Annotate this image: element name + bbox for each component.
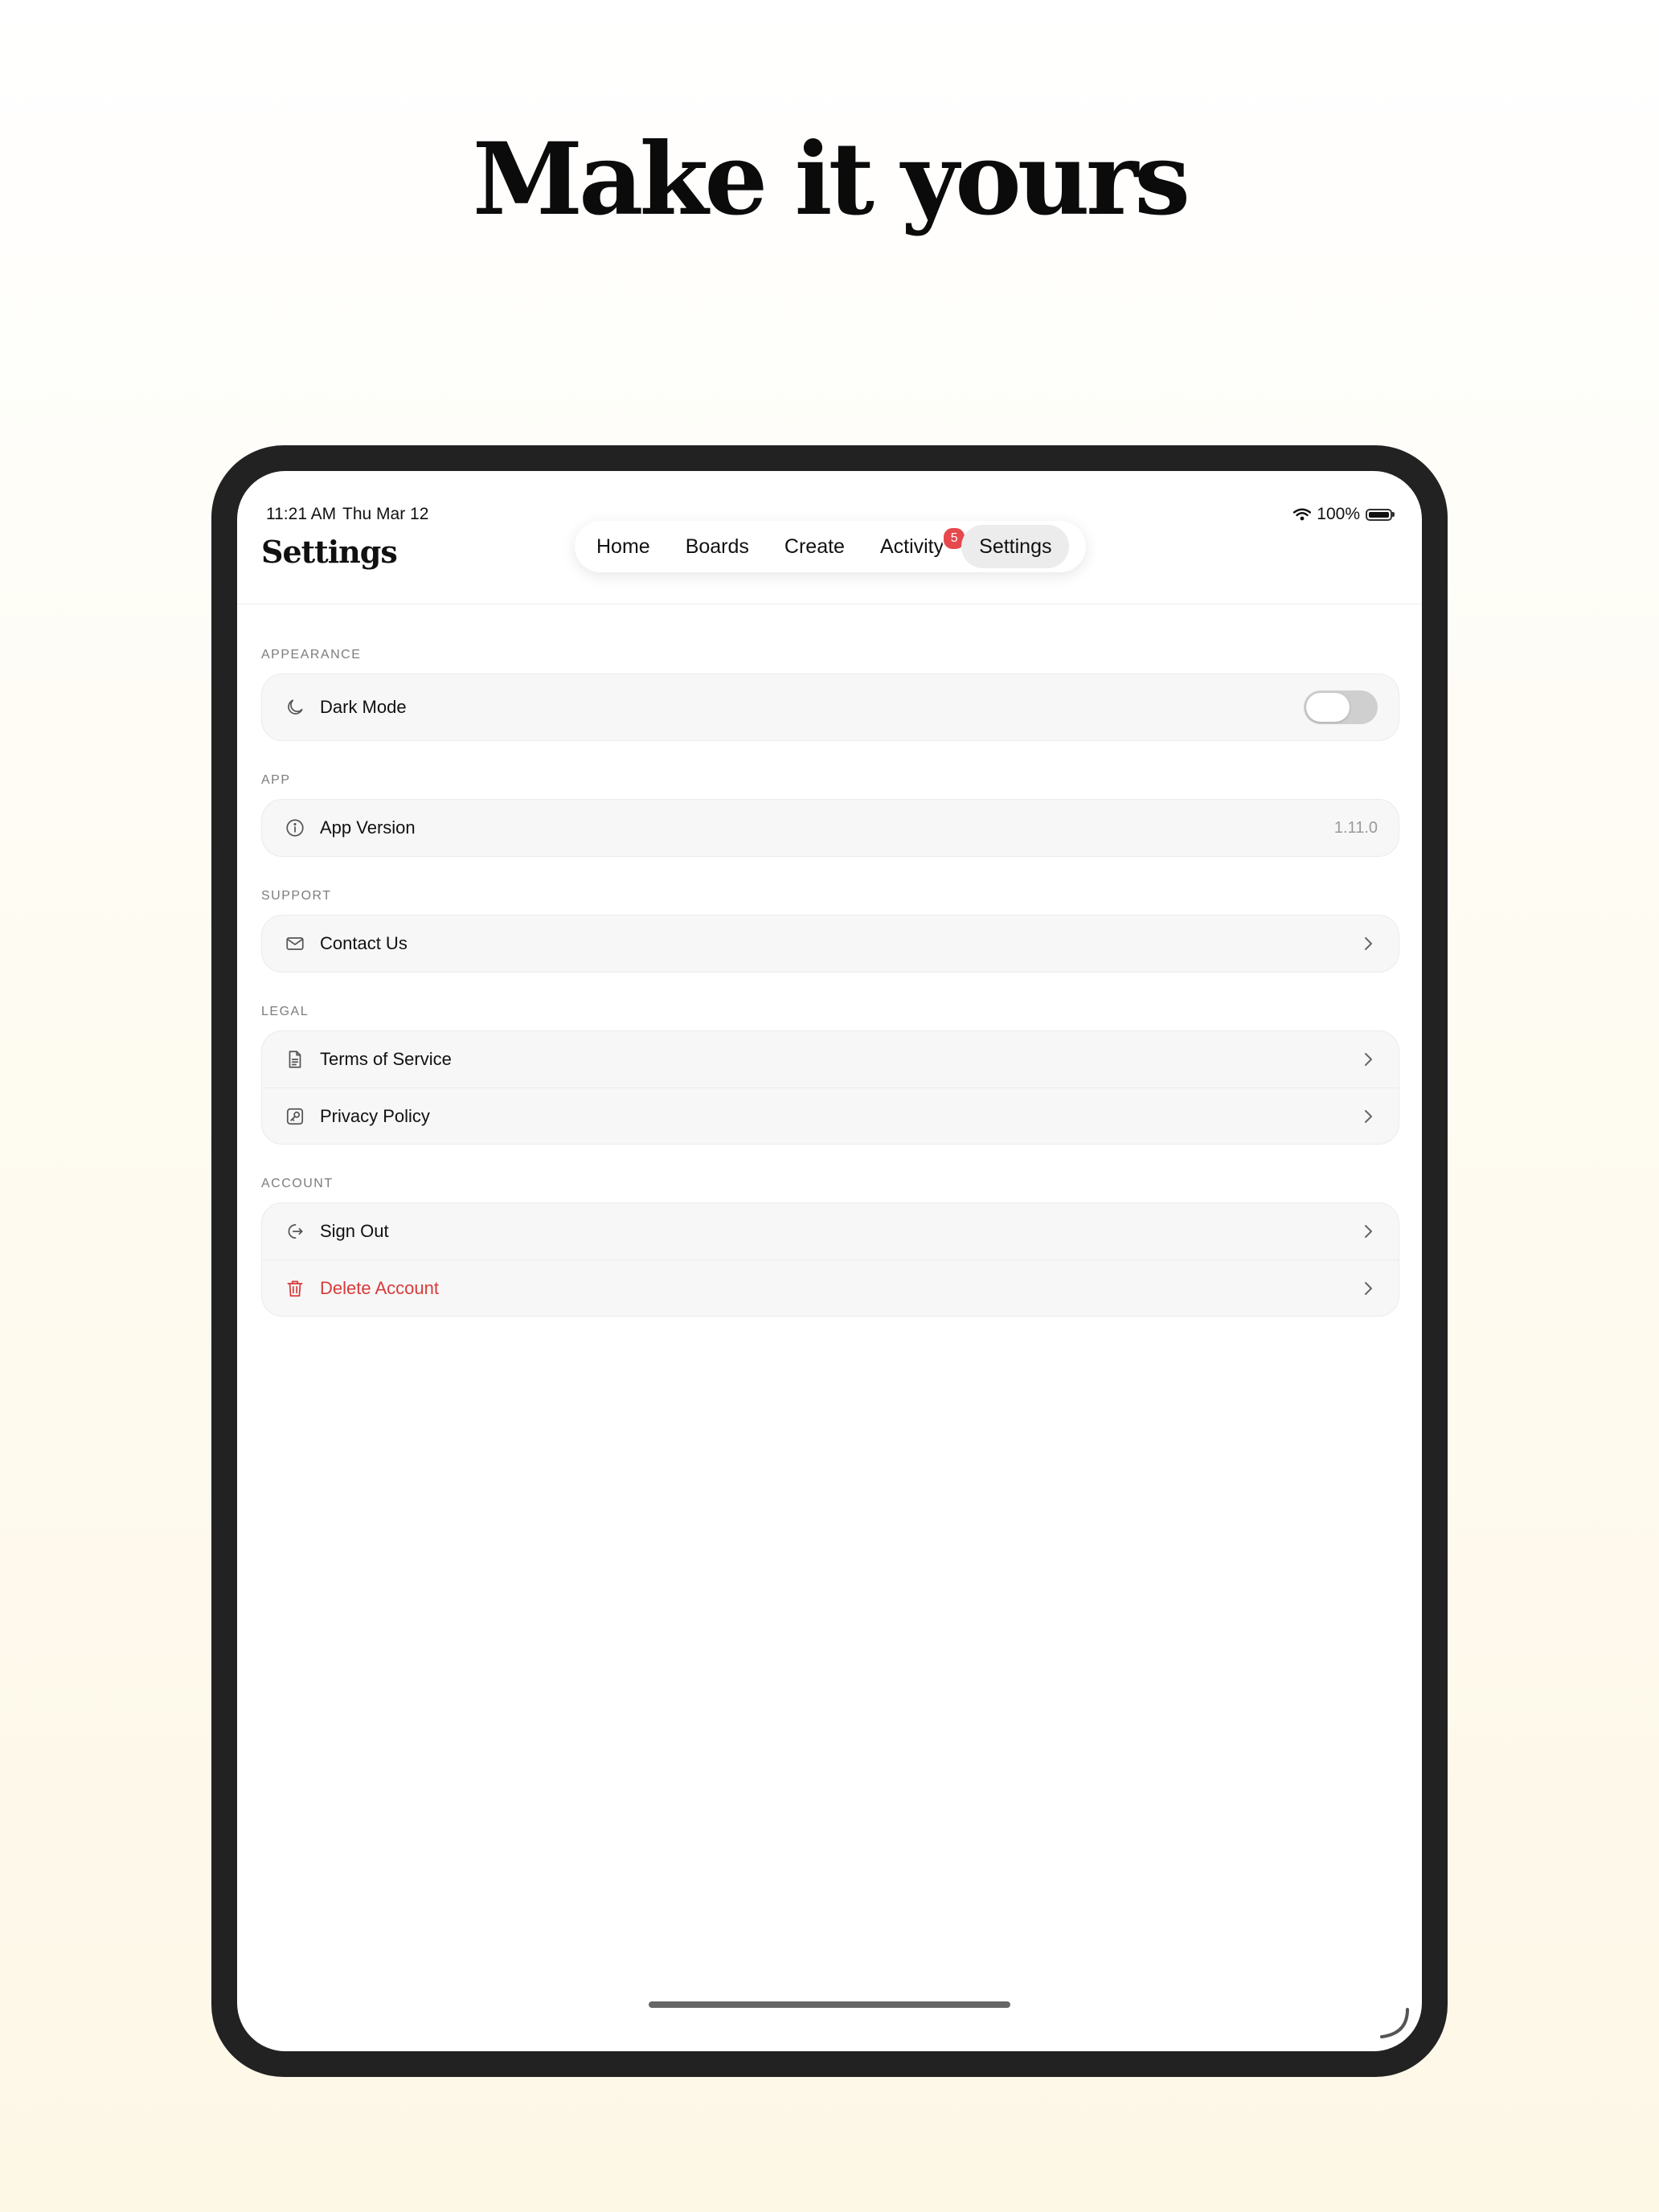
document-icon: [283, 1047, 307, 1071]
section-label-support: SUPPORT: [261, 889, 332, 903]
app-version-value: 1.11.0: [1333, 818, 1378, 837]
legal-group: Terms of Service Privacy Policy: [261, 1030, 1399, 1145]
section-label-account: ACCOUNT: [261, 1177, 334, 1190]
info-icon: [283, 816, 307, 840]
wifi-icon: [1293, 508, 1312, 521]
section-label-legal: LEGAL: [261, 1005, 309, 1018]
status-indicators: 100%: [1293, 505, 1395, 524]
toggle-knob: [1306, 693, 1350, 722]
moon-icon: [283, 695, 307, 719]
app-group: App Version 1.11.0: [261, 799, 1399, 857]
sign-out-label: Sign Out: [320, 1221, 389, 1241]
dark-mode-row: Dark Mode: [262, 674, 1399, 740]
settings-list: APPEARANCE Dark Mode APP App Version 1.1…: [261, 616, 1399, 1317]
app-version-row: App Version 1.11.0: [262, 800, 1399, 856]
terms-label: Terms of Service: [320, 1049, 452, 1069]
contact-us-label: Contact Us: [320, 933, 408, 953]
page-title: Settings: [261, 534, 398, 570]
chevron-right-icon: [1365, 937, 1372, 950]
battery-icon: [1366, 508, 1395, 521]
chevron-right-icon: [1365, 1281, 1372, 1295]
sign-out-icon: [283, 1219, 307, 1243]
chevron-right-icon: [1365, 1053, 1372, 1066]
sign-out-row[interactable]: Sign Out: [262, 1203, 1399, 1260]
terms-row[interactable]: Terms of Service: [262, 1031, 1399, 1088]
contact-us-row[interactable]: Contact Us: [262, 916, 1399, 972]
privacy-label: Privacy Policy: [320, 1105, 430, 1126]
tab-boards[interactable]: Boards: [668, 525, 767, 568]
appearance-group: Dark Mode: [261, 674, 1399, 741]
trash-icon: [283, 1276, 307, 1301]
account-group: Sign Out Delete Account: [261, 1202, 1399, 1317]
dark-mode-toggle[interactable]: [1304, 690, 1378, 724]
delete-account-row[interactable]: Delete Account: [262, 1260, 1399, 1316]
tablet-screen: 11:21 AM Thu Mar 12 100% Settings Home B…: [237, 471, 1422, 2051]
app-version-label: App Version: [320, 817, 416, 838]
privacy-icon: [283, 1104, 307, 1129]
tablet-frame: 11:21 AM Thu Mar 12 100% Settings Home B…: [211, 445, 1448, 2077]
tab-activity[interactable]: Activity 5: [862, 525, 967, 568]
section-label-app: APP: [261, 773, 291, 787]
tab-bar: Home Boards Create Activity 5 Settings: [575, 521, 1086, 572]
home-indicator: [649, 2001, 1010, 2008]
tab-settings[interactable]: Settings: [961, 525, 1070, 568]
battery-percent: 100%: [1317, 505, 1360, 523]
tab-activity-label: Activity: [879, 535, 944, 558]
chevron-right-icon: [1365, 1225, 1372, 1238]
section-label-appearance: APPEARANCE: [261, 648, 362, 662]
tab-create[interactable]: Create: [767, 525, 862, 568]
support-group: Contact Us: [261, 915, 1399, 973]
mail-icon: [283, 932, 307, 956]
delete-account-label: Delete Account: [320, 1277, 439, 1298]
corner-resize-handle: [1380, 2008, 1409, 2038]
headline: Make it yours: [472, 121, 1190, 238]
dark-mode-label: Dark Mode: [320, 697, 407, 717]
chevron-right-icon: [1365, 1109, 1372, 1123]
privacy-row[interactable]: Privacy Policy: [262, 1088, 1399, 1144]
tab-home[interactable]: Home: [579, 525, 668, 568]
